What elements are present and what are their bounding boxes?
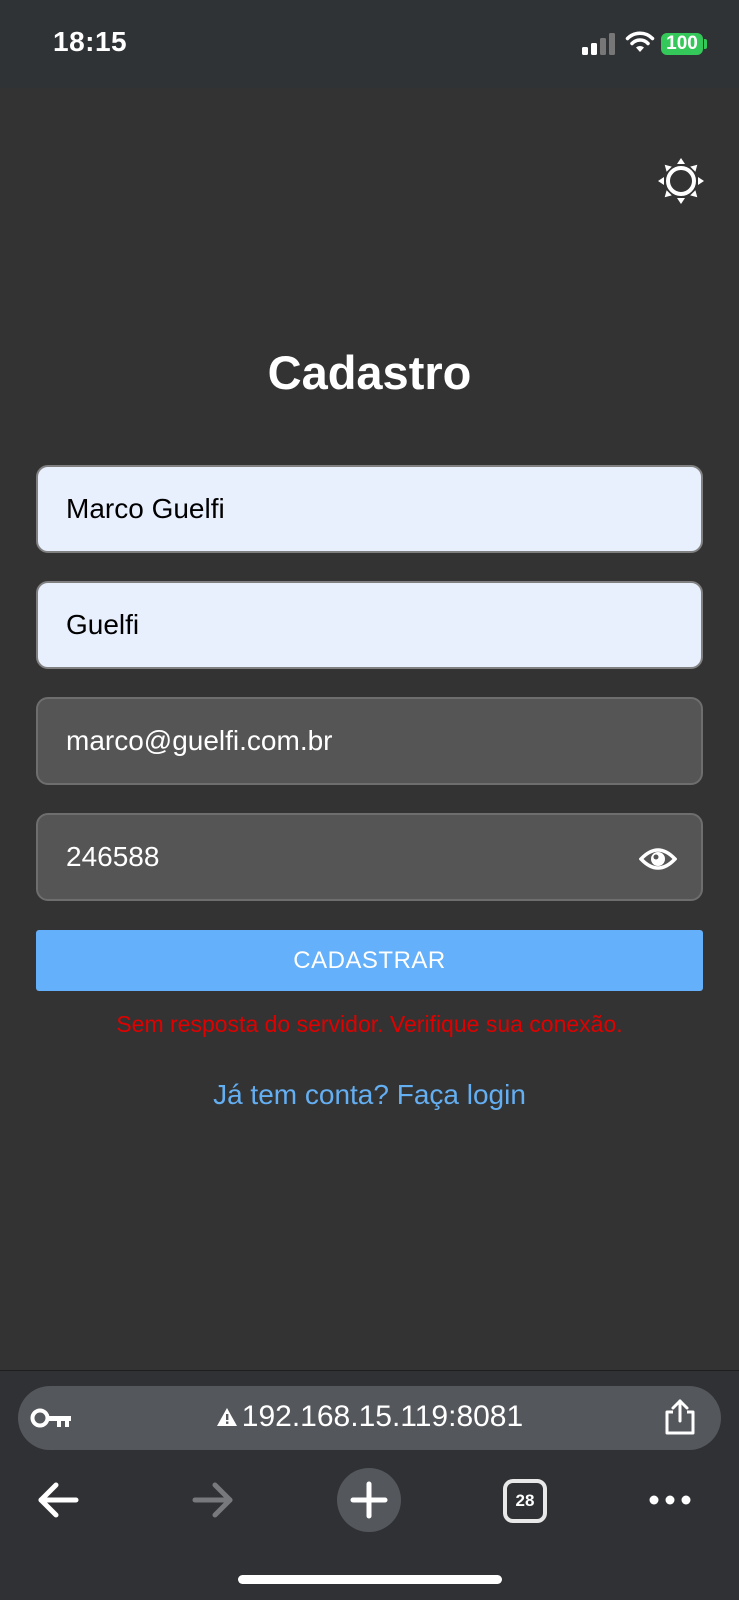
status-bar: 18:15 100 [0, 0, 739, 88]
url-display[interactable]: 192.168.15.119:8081 [0, 1400, 739, 1434]
plus-icon [350, 1481, 388, 1519]
url-text: 192.168.15.119:8081 [241, 1400, 524, 1433]
page-title: Cadastro [267, 346, 472, 399]
new-tab-button[interactable] [337, 1468, 401, 1532]
username-field[interactable] [36, 581, 703, 669]
share-icon[interactable] [663, 1398, 697, 1436]
email-field[interactable] [36, 697, 703, 785]
eye-icon[interactable] [639, 843, 677, 875]
signal-icon [582, 33, 615, 55]
more-icon[interactable] [648, 1490, 692, 1510]
status-time: 18:15 [53, 26, 128, 57]
sun-icon[interactable] [658, 158, 704, 204]
register-button[interactable]: CADASTRAR [36, 930, 703, 991]
email-input[interactable] [66, 725, 673, 757]
tabs-icon[interactable]: 28 [503, 1479, 547, 1523]
home-indicator[interactable] [238, 1575, 502, 1584]
wifi-icon [625, 31, 655, 52]
login-link[interactable]: Já tem conta? Faça login [0, 1079, 739, 1111]
error-message: Sem resposta do servidor. Verifique sua … [116, 1011, 623, 1037]
name-field[interactable] [36, 465, 703, 553]
forward-arrow-icon[interactable] [191, 1480, 235, 1520]
username-input[interactable] [66, 609, 673, 641]
password-field[interactable] [36, 813, 703, 901]
battery-tip [704, 39, 707, 49]
warning-icon [216, 1408, 237, 1426]
password-input[interactable] [66, 841, 673, 873]
battery-indicator: 100 [661, 33, 703, 55]
back-arrow-icon[interactable] [36, 1480, 80, 1520]
name-input[interactable] [66, 493, 673, 525]
